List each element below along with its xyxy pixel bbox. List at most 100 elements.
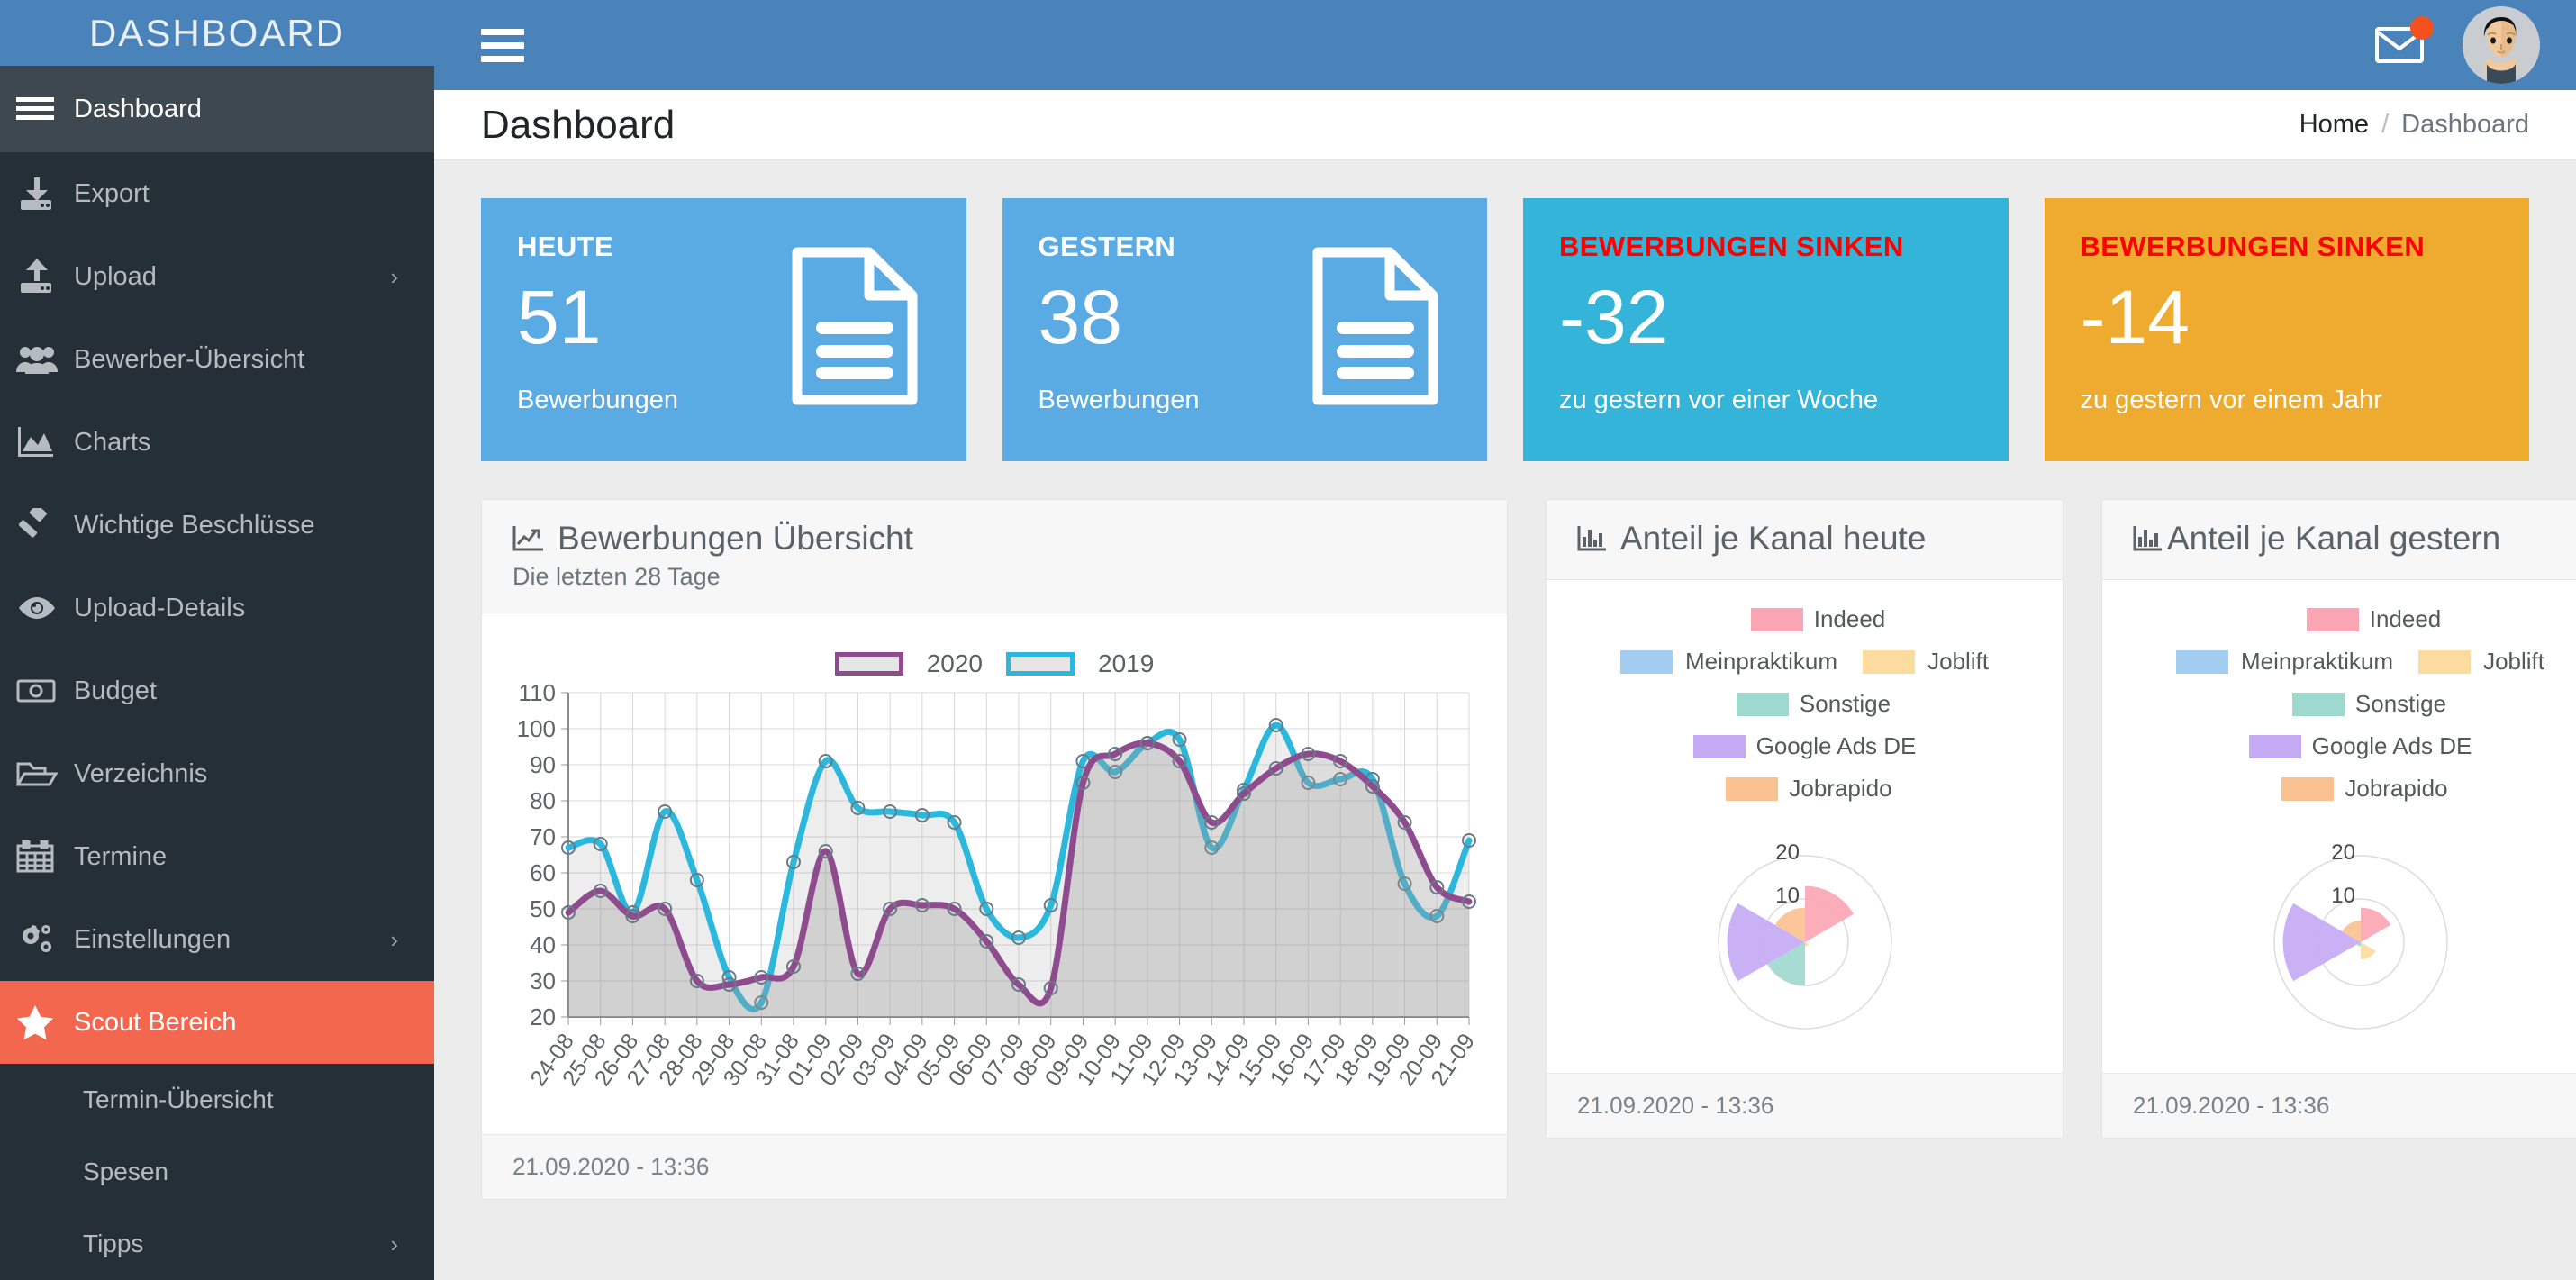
- avatar[interactable]: [2463, 6, 2540, 84]
- sidebar-item-verzeichnis[interactable]: Verzeichnis: [0, 732, 434, 815]
- legend-label: Jobrapido: [1789, 775, 1892, 802]
- legend-label: Joblift: [2483, 648, 2544, 675]
- panel-row: Bewerbungen Übersicht Die letzten 28 Tag…: [481, 499, 2576, 1200]
- money-bill-icon: [16, 678, 74, 704]
- sidebar-item-label: Scout Bereich: [74, 1007, 237, 1037]
- document-icon: [1309, 245, 1444, 407]
- sidebar-item-termin-uebersicht[interactable]: Termin-Übersicht: [0, 1064, 434, 1136]
- panel-anteil-je-kanal-heute: Anteil je Kanal heute Indeed Meinpraktik…: [1546, 499, 2064, 1139]
- messages-button[interactable]: [2374, 16, 2434, 68]
- legend-label: Sonstige: [1799, 690, 1891, 717]
- sidebar-subitem-label: Spesen: [83, 1157, 168, 1185]
- sidebar-item-spesen[interactable]: Spesen: [0, 1136, 434, 1208]
- legend-item[interactable]: Indeed: [2111, 605, 2576, 633]
- panel-footer-timestamp: 21.09.2020 - 13:36: [2102, 1073, 2576, 1138]
- breadcrumb-home[interactable]: Home: [2299, 110, 2369, 140]
- sidebar-item-label: Budget: [74, 676, 157, 705]
- folder-open-icon: [16, 759, 74, 788]
- legend-swatch-indeed: [2306, 607, 2359, 631]
- sidebar-item-scout-bereich[interactable]: Scout Bereich: [0, 981, 434, 1064]
- sidebar-item-budget[interactable]: Budget: [0, 649, 434, 732]
- sidebar-item-label: Upload-Details: [74, 593, 246, 622]
- stat-title: BEWERBUNGEN SINKEN: [1559, 231, 1904, 262]
- sidebar-item-einstellungen[interactable]: Einstellungen ›: [0, 898, 434, 981]
- svg-text:40: 40: [530, 931, 556, 958]
- sidebar-item-bewerber-uebersicht[interactable]: Bewerber-Übersicht: [0, 318, 434, 401]
- legend-item-pair[interactable]: Meinpraktikum Joblift: [1556, 648, 2054, 676]
- svg-text:20: 20: [530, 1003, 556, 1030]
- legend-swatch-indeed: [1750, 607, 1803, 631]
- legend-item[interactable]: Google Ads DE: [1556, 732, 2054, 760]
- sidebar-item-label: Upload: [74, 261, 157, 291]
- sidebar-subitem-label: Termin-Übersicht: [83, 1085, 274, 1113]
- stat-value: -32: [1559, 275, 1669, 359]
- chevron-right-icon: ›: [390, 262, 398, 290]
- legend-label: Sonstige: [2354, 690, 2447, 717]
- polar-chart-yesterday[interactable]: 10 20: [2244, 830, 2478, 1037]
- sidebar-item-dashboard[interactable]: Dashboard: [0, 66, 434, 152]
- panel-title: Anteil je Kanal gestern: [2167, 520, 2501, 557]
- sidebar-item-label: Einstellungen: [74, 924, 231, 954]
- panel-title-row: Bewerbungen Übersicht: [512, 520, 1476, 558]
- stat-card-woche[interactable]: BEWERBUNGEN SINKEN -32 zu gestern vor ei…: [1523, 198, 2009, 461]
- stat-card-heute[interactable]: HEUTE 51 Bewerbungen: [481, 198, 966, 461]
- sidebar-item-upload[interactable]: Upload ›: [0, 235, 434, 318]
- area-chart-icon: [16, 427, 74, 458]
- gavel-icon: [16, 508, 74, 542]
- svg-text:20: 20: [1775, 840, 1800, 865]
- breadcrumb-current: Dashboard: [2401, 110, 2529, 139]
- legend-swatch-2020[interactable]: [834, 652, 903, 676]
- legend-item[interactable]: Google Ads DE: [2111, 732, 2576, 760]
- legend-swatch-joblift: [1863, 649, 1916, 674]
- panel-footer-timestamp: 21.09.2020 - 13:36: [482, 1134, 1507, 1199]
- notification-badge: [2410, 16, 2434, 40]
- sidebar-item-label: Charts: [74, 427, 151, 457]
- legend-label: Indeed: [1813, 605, 1886, 632]
- sidebar-item-termine[interactable]: Termine: [0, 815, 434, 898]
- chevron-right-icon: ›: [390, 925, 398, 953]
- content: HEUTE 51 Bewerbungen GESTERN 38 Bewerbun…: [434, 160, 2576, 1200]
- sidebar-item-label: Dashboard: [74, 94, 202, 123]
- sidebar-toggle-button[interactable]: [481, 28, 524, 62]
- svg-text:50: 50: [530, 895, 556, 922]
- legend-item[interactable]: Sonstige: [1556, 690, 2054, 718]
- legend-item[interactable]: Jobrapido: [2111, 775, 2576, 803]
- svg-text:70: 70: [530, 823, 556, 850]
- chart-legend: 2020 2019: [503, 649, 1485, 678]
- sidebar-item-upload-details[interactable]: Upload-Details: [0, 567, 434, 649]
- sidebar: DASHBOARD Dashboard Export Upload › Bewe…: [0, 0, 434, 1280]
- channel-legend-yesterday: Indeed Meinpraktikum Joblift Sonstige Go…: [2102, 580, 2576, 821]
- legend-item[interactable]: Sonstige: [2111, 690, 2576, 718]
- sidebar-item-tipps[interactable]: Tipps ›: [0, 1208, 434, 1280]
- calendar-icon: [16, 840, 74, 873]
- legend-item[interactable]: Indeed: [1556, 605, 2054, 633]
- sidebar-nav: Dashboard Export Upload › Bewerber-Übers…: [0, 66, 434, 1280]
- legend-swatch-jobrapido: [1726, 776, 1779, 801]
- panel-body: Indeed Meinpraktikum Joblift Sonstige Go…: [2102, 580, 2576, 1073]
- stat-card-gestern[interactable]: GESTERN 38 Bewerbungen: [1002, 198, 1487, 461]
- page-header: Dashboard Home / Dashboard: [434, 90, 2576, 160]
- topbar: [434, 0, 2576, 90]
- panel-header: Anteil je Kanal heute: [1547, 500, 2063, 580]
- panel-footer-timestamp: 21.09.2020 - 13:36: [1547, 1073, 2063, 1138]
- stat-card-jahr[interactable]: BEWERBUNGEN SINKEN -14 zu gestern vor ei…: [2044, 198, 2529, 461]
- legend-item[interactable]: Jobrapido: [1556, 775, 2054, 803]
- svg-text:60: 60: [530, 859, 556, 886]
- panel-title: Anteil je Kanal heute: [1620, 520, 1927, 557]
- legend-label-2020: 2020: [926, 649, 983, 677]
- svg-text:90: 90: [530, 751, 556, 778]
- polar-chart-today[interactable]: 10 20: [1688, 830, 1922, 1037]
- panel-header: Anteil je Kanal gestern: [2102, 500, 2576, 580]
- dashboard-app: DASHBOARD Dashboard Export Upload › Bewe…: [0, 0, 2576, 1280]
- panel-bewerbungen-uebersicht: Bewerbungen Übersicht Die letzten 28 Tag…: [481, 499, 1508, 1200]
- sidebar-item-wichtige-beschluesse[interactable]: Wichtige Beschlüsse: [0, 484, 434, 567]
- hamburger-icon: [16, 95, 74, 123]
- breadcrumb-separator: /: [2381, 110, 2390, 139]
- document-icon: [788, 245, 923, 407]
- legend-label: Meinpraktikum: [1685, 648, 1838, 675]
- legend-swatch-2019[interactable]: [1006, 652, 1075, 676]
- sidebar-item-export[interactable]: Export: [0, 152, 434, 235]
- sidebar-item-charts[interactable]: Charts: [0, 401, 434, 484]
- line-chart-canvas[interactable]: 203040506070809010011024-0825-0826-0827-…: [503, 684, 1485, 1134]
- legend-item-pair[interactable]: Meinpraktikum Joblift: [2111, 648, 2576, 676]
